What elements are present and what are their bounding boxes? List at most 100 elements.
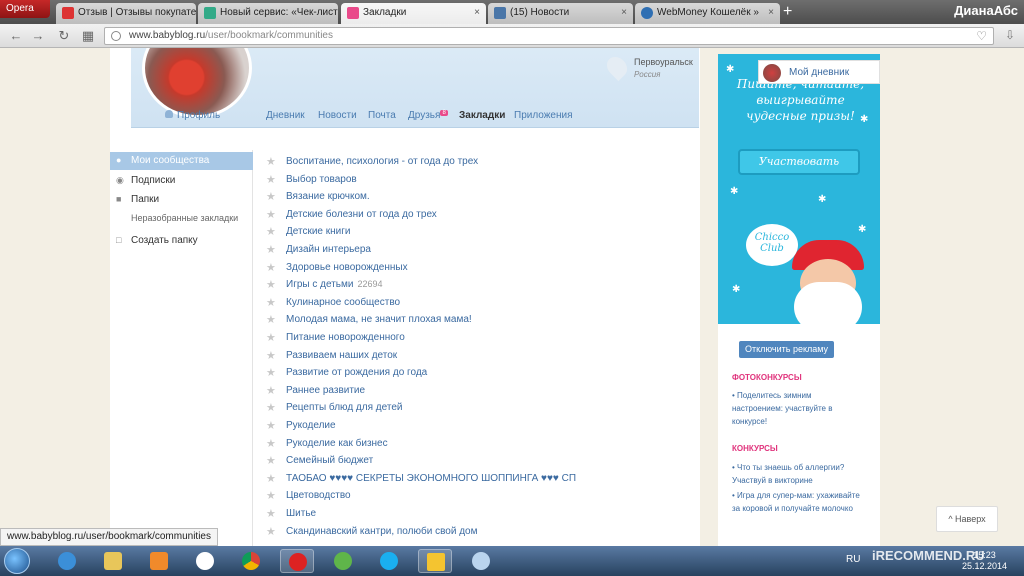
community-link[interactable]: Цветоводство — [286, 490, 351, 501]
contest-link-allergy[interactable]: • Что ты знаешь об аллергии? Участвуй в … — [732, 461, 862, 487]
community-link[interactable]: Вязание крючком. — [286, 191, 370, 202]
community-link[interactable]: Раннее развитие — [286, 385, 365, 396]
community-link[interactable]: Дизайн интерьера — [286, 244, 371, 255]
sidebar-item-label: Создать папку — [131, 235, 198, 246]
star-icon[interactable]: ★ — [266, 331, 276, 344]
star-icon[interactable]: ★ — [266, 296, 276, 309]
star-icon[interactable]: ★ — [266, 349, 276, 362]
disable-ads-button[interactable]: Отключить рекламу — [739, 341, 834, 358]
star-icon[interactable]: ★ — [266, 419, 276, 432]
taskbar-skype[interactable] — [372, 549, 406, 573]
star-icon[interactable]: ★ — [266, 278, 276, 291]
download-icon[interactable]: ⇩ — [1002, 27, 1018, 43]
star-icon[interactable]: ★ — [266, 261, 276, 274]
participate-button[interactable]: Участвовать — [738, 149, 860, 175]
opera-menu-button[interactable]: Opera — [0, 0, 50, 18]
star-icon[interactable]: ★ — [266, 208, 276, 221]
community-link[interactable]: Молодая мама, не значит плохая мама! — [286, 314, 472, 325]
star-icon[interactable]: ★ — [266, 454, 276, 467]
close-tab-icon[interactable]: × — [621, 7, 627, 18]
bookmark-heart-icon[interactable]: ♡ — [976, 29, 987, 43]
tab-new-service[interactable]: Новый сервис: «Чек-лист — [198, 3, 338, 24]
url-input[interactable]: www.babyblog.ru/user/bookmark/communitie… — [104, 27, 994, 45]
close-tab-icon[interactable]: × — [474, 7, 480, 18]
sidebar-item-subscriptions[interactable]: ◉ Подписки — [110, 172, 253, 190]
tab-bookmarks[interactable]: Закладки × — [341, 3, 486, 24]
star-icon[interactable]: ★ — [266, 507, 276, 520]
taskbar-warning-app[interactable] — [418, 549, 452, 573]
community-link[interactable]: Детские книги — [286, 226, 351, 237]
reload-icon[interactable]: ↻ — [56, 28, 72, 44]
back-arrow-icon[interactable]: ← — [8, 28, 24, 44]
nav-friends[interactable]: Друзья 8 — [408, 110, 448, 121]
community-link[interactable]: Рукоделие как бизнес — [286, 438, 388, 449]
star-icon[interactable]: ★ — [266, 366, 276, 379]
chicco-banner[interactable]: ✱ ✱ ✱ ✱ ✱ ✱ Пишите, читайте, выигрывайте… — [718, 54, 880, 324]
taskbar-ie[interactable] — [50, 549, 84, 573]
nav-profile[interactable]: Профиль — [165, 110, 220, 121]
tab-otzyv[interactable]: Отзыв | Отзывы покупате — [56, 3, 196, 24]
taskbar-yandex[interactable] — [188, 549, 222, 573]
taskbar-chrome[interactable] — [234, 549, 268, 573]
paint-icon — [472, 552, 490, 570]
tab-title: Отзыв | Отзывы покупате — [78, 7, 196, 18]
star-icon[interactable]: ★ — [266, 489, 276, 502]
star-icon[interactable]: ★ — [266, 313, 276, 326]
taskbar-utorrent[interactable] — [326, 549, 360, 573]
sidebar-unsorted-bookmarks[interactable]: Неразобранные закладки — [131, 213, 238, 223]
my-diary-button[interactable]: Мой дневник — [758, 60, 880, 84]
irecommend-favicon-icon — [62, 7, 74, 19]
community-link[interactable]: Кулинарное сообщество — [286, 297, 400, 308]
sidebar-create-folder[interactable]: □ Создать папку — [110, 232, 253, 250]
start-button[interactable] — [4, 548, 30, 574]
community-link[interactable]: Детские болезни от года до трех — [286, 209, 437, 220]
taskbar-paint[interactable] — [464, 549, 498, 573]
tab-webmoney[interactable]: WebMoney Кошелёк » × — [635, 3, 780, 24]
star-icon[interactable]: ★ — [266, 173, 276, 186]
sidebar-item-folders[interactable]: ■ Папки — [110, 191, 253, 209]
community-link[interactable]: Здоровье новорожденных — [286, 262, 408, 273]
new-tab-button[interactable]: + — [783, 3, 792, 21]
star-icon[interactable]: ★ — [266, 384, 276, 397]
community-link[interactable]: Шитье — [286, 508, 316, 519]
photo-contest-link[interactable]: • Поделитесь зимним настроением: участву… — [732, 389, 862, 428]
community-link[interactable]: Семейный бюджет — [286, 455, 373, 466]
star-icon[interactable]: ★ — [266, 243, 276, 256]
back-to-top-button[interactable]: ^ Наверх — [936, 506, 998, 532]
community-name: Молодая мама, не значит плохая мама! — [286, 314, 472, 325]
community-link[interactable]: Скандинавский кантри, полюби свой дом — [286, 526, 477, 537]
page-info-icon[interactable] — [111, 31, 121, 41]
nav-diary[interactable]: Дневник — [266, 110, 305, 121]
language-indicator[interactable]: RU — [846, 554, 860, 565]
community-link[interactable]: ТАОБАО ♥♥♥♥ СЕКРЕТЫ ЭКОНОМНОГО ШОППИНГА … — [286, 473, 576, 484]
nav-bookmarks[interactable]: Закладки — [459, 110, 505, 121]
star-icon[interactable]: ★ — [266, 225, 276, 238]
taskbar-media[interactable] — [142, 549, 176, 573]
community-link[interactable]: Питание новорожденного — [286, 332, 405, 343]
star-icon[interactable]: ★ — [266, 401, 276, 414]
forward-arrow-icon[interactable]: → — [30, 28, 46, 44]
community-link[interactable]: Игры с детьми 22694 — [286, 279, 383, 290]
community-link[interactable]: Рукоделие — [286, 420, 336, 431]
star-icon[interactable]: ★ — [266, 155, 276, 168]
sidebar-item-my-communities[interactable]: ● Мои сообщества — [110, 152, 253, 170]
star-icon[interactable]: ★ — [266, 437, 276, 450]
nav-news[interactable]: Новости — [318, 110, 357, 121]
close-tab-icon[interactable]: × — [768, 7, 774, 18]
star-icon[interactable]: ★ — [266, 190, 276, 203]
community-link[interactable]: Рецепты блюд для детей — [286, 402, 402, 413]
taskbar-explorer[interactable] — [96, 549, 130, 573]
community-link[interactable]: Воспитание, психология - от года до трех — [286, 156, 478, 167]
nav-mail[interactable]: Почта — [368, 110, 396, 121]
community-name: Рукоделие — [286, 420, 336, 431]
star-icon[interactable]: ★ — [266, 525, 276, 538]
community-link[interactable]: Развиваем наших деток — [286, 350, 397, 361]
nav-apps[interactable]: Приложения — [514, 110, 573, 121]
taskbar-opera[interactable] — [280, 549, 314, 573]
speed-dial-icon[interactable]: ▦ — [80, 28, 96, 44]
contest-link-super-mom[interactable]: • Игра для супер-мам: ухаживайте за коро… — [732, 489, 862, 515]
community-link[interactable]: Выбор товаров — [286, 174, 357, 185]
community-link[interactable]: Развитие от рождения до года — [286, 367, 427, 378]
star-icon[interactable]: ★ — [266, 472, 276, 485]
tab-vk-news[interactable]: (15) Новости × — [488, 3, 633, 24]
